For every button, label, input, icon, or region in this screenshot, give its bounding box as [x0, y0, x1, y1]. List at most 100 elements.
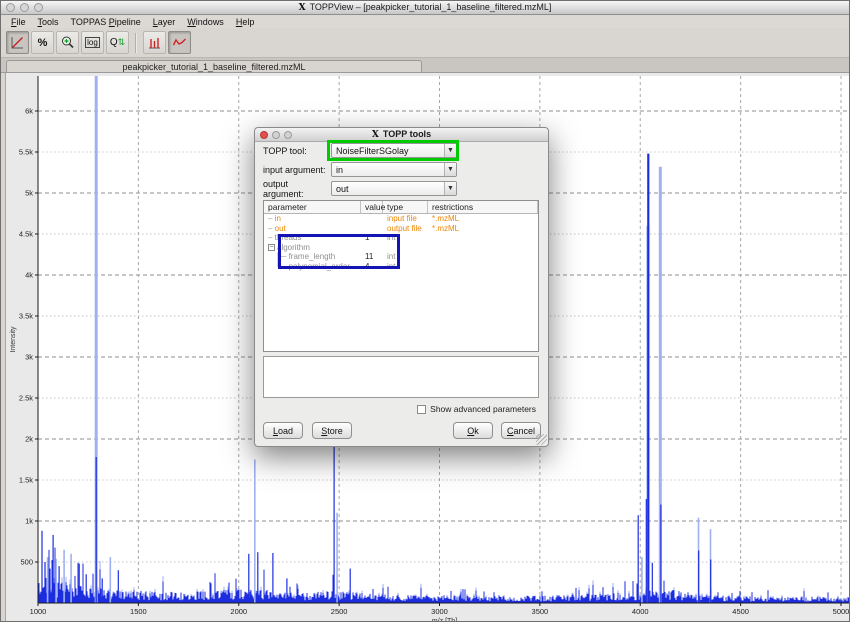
param-type — [383, 243, 428, 253]
output-argument-select[interactable]: out▼ — [331, 181, 457, 196]
tab-mzml-file[interactable]: peakpicker_tutorial_1_baseline_filtered.… — [6, 60, 422, 72]
menu-item-toppas-pipeline[interactable]: TOPPAS Pipeline — [65, 17, 147, 27]
titlebar[interactable]: XTOPPView – [peakpicker_tutorial_1_basel… — [1, 1, 849, 15]
toppview-window: XTOPPView – [peakpicker_tutorial_1_basel… — [0, 0, 850, 622]
param-restrictions: *.mzML — [428, 214, 538, 224]
svg-text:2500: 2500 — [331, 607, 348, 616]
param-value — [361, 224, 383, 234]
input-argument-label: input argument: — [263, 165, 331, 175]
svg-text:5000: 5000 — [833, 607, 850, 616]
svg-text:3500: 3500 — [532, 607, 549, 616]
svg-text:5.5k: 5.5k — [19, 148, 33, 157]
output-argument-label: output argument: — [263, 179, 331, 199]
show-advanced-label: Show advanced parameters — [430, 404, 536, 414]
param-value: 4 — [361, 262, 383, 272]
x11-icon: X — [372, 130, 379, 140]
resize-grip[interactable] — [536, 434, 547, 445]
column-header-value[interactable]: value — [361, 201, 383, 213]
param-name: −algorithm — [264, 243, 361, 253]
svg-text:1k: 1k — [25, 517, 33, 526]
chevron-down-icon: ▼ — [444, 144, 456, 157]
svg-text:1.5k: 1.5k — [19, 476, 33, 485]
input-argument-value: in — [336, 165, 343, 175]
log-intensity-button[interactable]: log — [81, 31, 104, 54]
param-value: 11 — [361, 252, 383, 262]
menu-item-tools[interactable]: Tools — [32, 17, 65, 27]
svg-text:2k: 2k — [25, 435, 33, 444]
param-name: – in — [264, 214, 361, 224]
parameter-table[interactable]: parametervaluetyperestrictions – in input… — [263, 200, 539, 352]
collapse-expander-icon[interactable]: − — [268, 244, 275, 251]
param-row-frame_length[interactable]: ├─ frame_length11int — [264, 252, 538, 262]
param-row-out[interactable]: – outoutput file*.mzML — [264, 224, 538, 234]
menu-bar: FileToolsTOPPAS PipelineLayerWindowsHelp — [1, 15, 849, 28]
show-advanced-checkbox[interactable] — [417, 405, 426, 414]
column-header-parameter[interactable]: parameter — [264, 201, 361, 213]
svg-text:6k: 6k — [25, 107, 33, 116]
topp-tool-value: NoiseFilterSGolay — [336, 146, 409, 156]
percentage-intensity-icon: % — [38, 37, 48, 49]
param-row-in[interactable]: – in input file*.mzML — [264, 214, 538, 224]
dialog-titlebar[interactable]: XTOPP tools — [255, 128, 548, 142]
menu-item-file[interactable]: File — [5, 17, 32, 27]
svg-text:3k: 3k — [25, 353, 33, 362]
menu-item-help[interactable]: Help — [230, 17, 261, 27]
cancel-button[interactable]: Cancel — [501, 422, 541, 439]
log-intensity-icon: log — [85, 37, 100, 48]
chevron-down-icon: ▼ — [444, 163, 456, 176]
svg-text:4000: 4000 — [632, 607, 649, 616]
svg-text:4500: 4500 — [732, 607, 749, 616]
column-header-type[interactable]: type — [383, 201, 428, 213]
output-argument-value: out — [336, 184, 349, 194]
dialog-title: XTOPP tools — [255, 129, 548, 140]
column-header-restrictions[interactable]: restrictions — [428, 201, 538, 213]
menu-item-windows[interactable]: Windows — [181, 17, 230, 27]
topp-tool-select[interactable]: NoiseFilterSGolay ▼ — [331, 143, 457, 158]
advanced-parameters-row: Show advanced parameters — [255, 404, 536, 414]
parameter-description-box — [263, 356, 539, 398]
topp-tool-row: TOPP tool:NoiseFilterSGolay▼ — [263, 143, 542, 158]
zoom-icon — [60, 35, 75, 50]
svg-text:500: 500 — [20, 558, 33, 567]
svg-text:5k: 5k — [25, 189, 33, 198]
svg-text:4.5k: 4.5k — [19, 230, 33, 239]
store-button[interactable]: Store — [312, 422, 352, 439]
linear-intensity-button[interactable] — [6, 31, 29, 54]
param-name: ├─ frame_length — [264, 252, 361, 262]
param-row-threads[interactable]: – threads1int — [264, 233, 538, 243]
param-type: int — [383, 262, 428, 272]
param-restrictions — [428, 233, 538, 243]
param-value — [361, 214, 383, 224]
percentage-intensity-button[interactable]: % — [31, 31, 54, 54]
param-type: output file — [383, 224, 428, 234]
window-title: XTOPPView – [peakpicker_tutorial_1_basel… — [1, 2, 849, 13]
param-type: int — [383, 233, 428, 243]
param-value: 1 — [361, 233, 383, 243]
zoom-button[interactable] — [56, 31, 79, 54]
raw-data-view-button[interactable] — [168, 31, 191, 54]
svg-text:3.5k: 3.5k — [19, 312, 33, 321]
param-restrictions — [428, 243, 538, 253]
svg-text:1500: 1500 — [130, 607, 147, 616]
param-row-polynomial_order[interactable]: └─ polynomial_order4int — [264, 262, 538, 272]
reset-zoom-button[interactable]: Q⇅ — [106, 31, 129, 54]
output-argument-row: output argument:out▼ — [263, 181, 542, 196]
param-restrictions: *.mzML — [428, 224, 538, 234]
param-type: input file — [383, 214, 428, 224]
topp-tools-dialog: XTOPP tools TOPP tool:NoiseFilterSGolay▼… — [254, 127, 549, 447]
param-row-algorithm[interactable]: −algorithm — [264, 243, 538, 253]
ok-button[interactable]: Ok — [453, 422, 493, 439]
param-name: – threads — [264, 233, 361, 243]
x11-icon: X — [299, 3, 306, 13]
input-argument-row: input argument: in ▼ — [263, 162, 542, 177]
toolbar-separator — [135, 33, 137, 53]
svg-text:4k: 4k — [25, 271, 33, 280]
tab-bar: peakpicker_tutorial_1_baseline_filtered.… — [1, 58, 849, 73]
menu-item-layer[interactable]: Layer — [147, 17, 182, 27]
peaks-view-button[interactable] — [143, 31, 166, 54]
load-button[interactable]: Load — [263, 422, 303, 439]
param-restrictions — [428, 252, 538, 262]
toolbar: % log Q⇅ — [1, 28, 849, 58]
svg-text:1000: 1000 — [30, 607, 47, 616]
input-argument-select[interactable]: in ▼ — [331, 162, 457, 177]
